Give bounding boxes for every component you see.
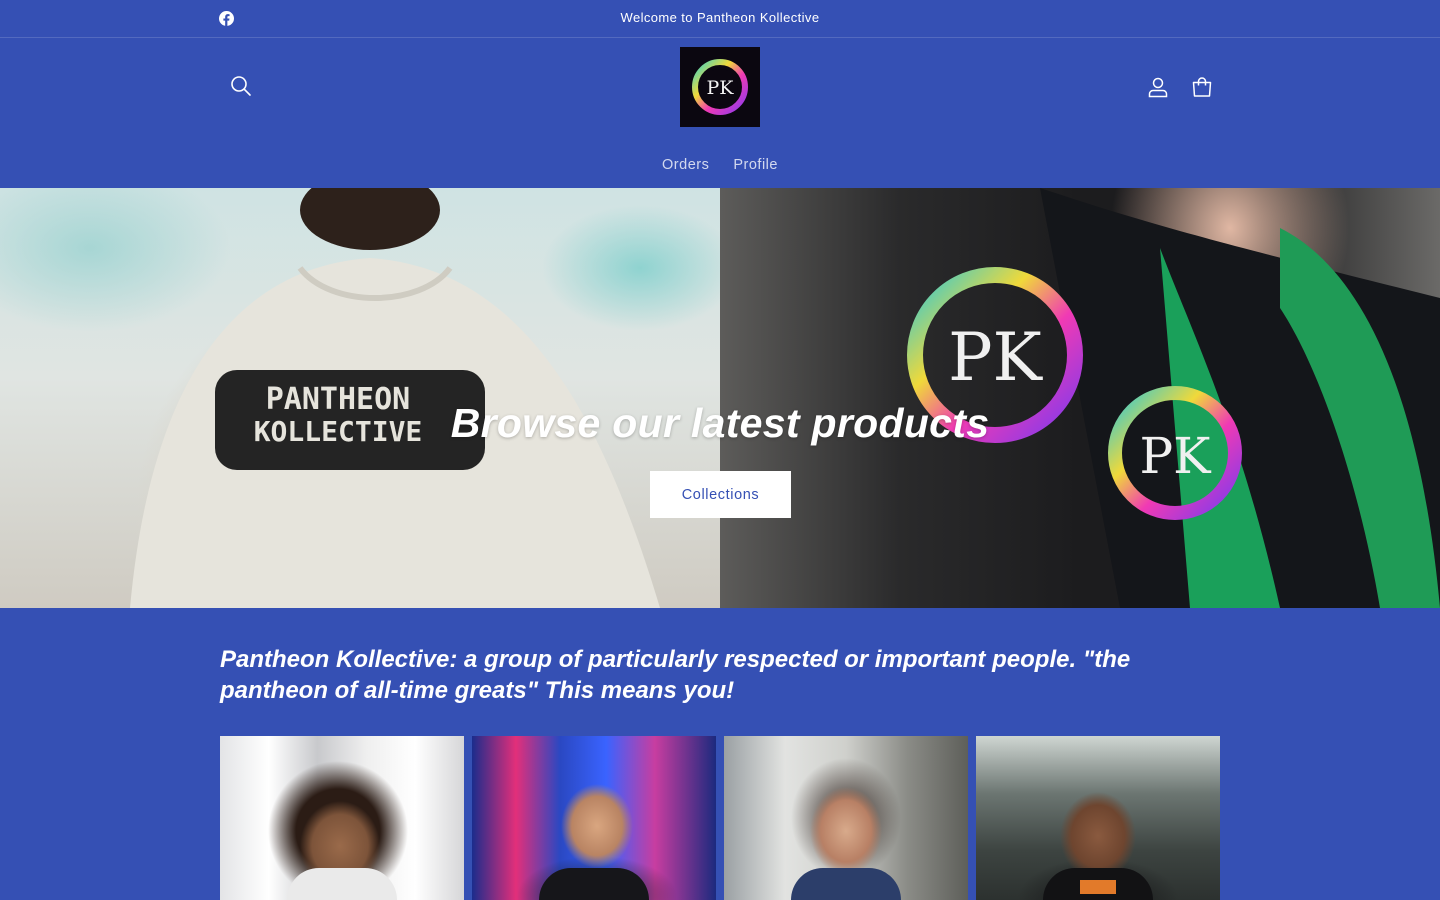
intro-text: Pantheon Kollective: a group of particul… [220,646,1131,704]
nav-item-orders[interactable]: Orders [662,157,709,173]
cart-icon[interactable] [1190,75,1214,99]
hero-image-tshirts: PK PK [720,188,1440,608]
main-nav: Orders Profile [0,157,1440,173]
site-header: PK Orders Profile [0,39,1440,188]
product-image [287,868,397,900]
product-card[interactable] [976,736,1220,900]
collections-button[interactable]: Collections [650,471,791,518]
product-card[interactable] [472,736,716,900]
search-icon[interactable] [229,74,253,98]
featured-collection [220,736,1220,900]
announcement-bar: Welcome to Pantheon Kollective [0,0,1440,38]
hero-heading: Browse our latest products [450,400,990,446]
product-card[interactable] [724,736,968,900]
nav-item-profile[interactable]: Profile [733,157,778,173]
product-image [791,868,901,900]
site-logo[interactable]: PK [680,47,760,127]
hoodie-illustration: PANTHEON KOLLECTIVE [130,188,660,608]
hero-banner: PANTHEON KOLLECTIVE PK PK Browse our lat… [0,188,1440,608]
product-image [539,868,649,900]
announcement-text: Welcome to Pantheon Kollective [620,10,820,25]
product-card[interactable] [220,736,464,900]
logo-text: PK [707,77,735,99]
logo-mark: PK [692,59,748,115]
hero-image-hoodie: PANTHEON KOLLECTIVE [0,188,720,608]
shirt-print [1080,880,1116,894]
tshirt-logo-1: PK [948,319,1043,396]
account-icon[interactable] [1146,75,1170,99]
tshirt-illustration: PK PK [907,188,1440,608]
